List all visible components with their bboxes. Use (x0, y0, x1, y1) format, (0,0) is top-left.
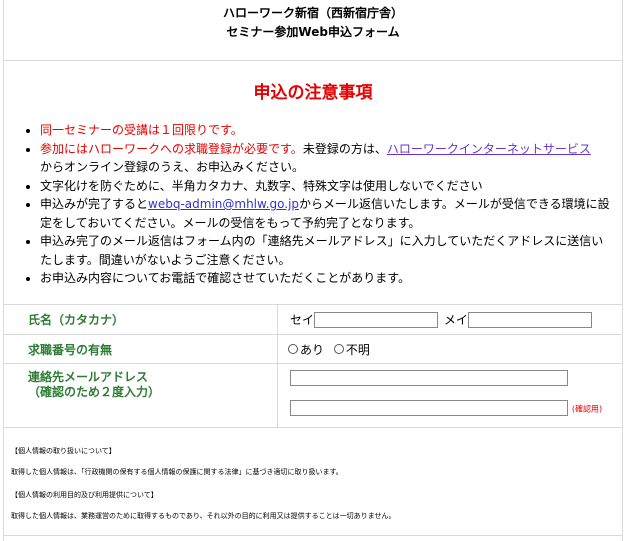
job-number-cell: あり 不明 (277, 334, 622, 364)
page-header: ハローワーク新宿（西新宿庁舎） セミナー参加Web申込フォーム (4, 0, 622, 61)
list-item: 申込みが完了するとwebq-admin@mhlw.go.jpからメール返信いたし… (40, 195, 612, 232)
sei-input[interactable] (314, 312, 439, 329)
email-label-line1: 連絡先メールアドレス (28, 370, 149, 384)
form-title: セミナー参加Web申込フォーム (226, 25, 400, 39)
table-row: 連絡先メールアドレス （確認のため２度入力） (確認用) (4, 363, 622, 428)
notice-list: 同一セミナーの受講は１回限りです。 参加にはハローワークへの求職登録が必要です。… (4, 121, 622, 288)
mei-input[interactable] (467, 312, 592, 329)
email-input[interactable] (290, 370, 568, 386)
name-label: 氏名（カタカナ） (4, 304, 278, 335)
table-row: 氏名（カタカナ） セイ メイ (4, 304, 622, 335)
office-name: ハローワーク新宿（西新宿庁舎） (222, 6, 403, 20)
list-item: 参加にはハローワークへの求職登録が必要です。未登録の方は、ハローワークインターネ… (40, 140, 612, 177)
radio-yes-label: あり (300, 342, 325, 357)
note-text: 参加にはハローワークへの求職登録が必要です。 (40, 141, 303, 156)
radio-yes[interactable] (288, 344, 298, 354)
privacy-text-2: 取得した個人情報は、業務運営のために取得するものであり、それ以外の目的に利用又は… (11, 512, 396, 520)
list-item: 同一セミナーの受講は１回限りです。 (40, 121, 612, 140)
email-confirm-input[interactable] (290, 400, 568, 416)
hellowork-internet-link[interactable]: ハローワークインターネットサービス (387, 142, 591, 156)
privacy-heading-2: 【個人情報の利用目的及び利用提供について】 (11, 491, 158, 499)
email-label: 連絡先メールアドレス （確認のため２度入力） (4, 363, 278, 428)
admin-email-link[interactable]: webq-admin@mhlw.go.jp (148, 197, 299, 211)
list-item: お申込み内容についてお電話で確認させていただくことがあります。 (40, 269, 612, 288)
privacy-text-1: 取得した個人情報は、「行政機関の保有する個人情報の保護に関する法律」に基づき適切… (11, 468, 343, 476)
application-form: 氏名（カタカナ） セイ メイ 求職番号の有無 あり 不明 連絡先メールアドレス … (4, 304, 622, 428)
note-text: 未登録の方は、 (302, 141, 387, 156)
table-row: 求職番号の有無 あり 不明 (4, 334, 622, 364)
name-cell: セイ メイ (277, 304, 622, 335)
note-text: 文字化けを防ぐために、半角カタカナ、丸数字、特殊文字は使用しないでください (40, 178, 483, 193)
confirm-note: (確認用) (571, 404, 603, 414)
radio-unknown-label: 不明 (345, 342, 370, 357)
note-text: お申込み内容についてお電話で確認させていただくことがあります。 (40, 271, 411, 285)
note-text: 申込み完了のメール返信はフォーム内の「連絡先メールアドレス」に入力していただくア… (40, 234, 604, 267)
privacy-heading-1: 【個人情報の取り扱いについて】 (11, 447, 116, 455)
list-item: 文字化けを防ぐために、半角カタカナ、丸数字、特殊文字は使用しないでください (40, 177, 612, 196)
note-text: 同一セミナーの受講は１回限りです。 (40, 123, 243, 137)
form-frame: ハローワーク新宿（西新宿庁舎） セミナー参加Web申込フォーム 申込の注意事項 … (3, 0, 623, 541)
radio-unknown[interactable] (333, 344, 344, 354)
email-label-line2: （確認のため２度入力） (28, 385, 161, 399)
email-cell: (確認用) (277, 363, 622, 428)
notice-title: 申込の注意事項 (253, 83, 373, 103)
job-number-label: 求職番号の有無 (4, 334, 278, 364)
sei-label: セイ (290, 312, 315, 327)
note-text: からオンライン登録のうえ、お申込みください。 (40, 160, 305, 174)
mei-label: メイ (443, 312, 468, 327)
divider (4, 535, 622, 536)
list-item: 申込み完了のメール返信はフォーム内の「連絡先メールアドレス」に入力していただくア… (40, 232, 612, 269)
note-text: 申込みが完了すると (40, 197, 149, 211)
